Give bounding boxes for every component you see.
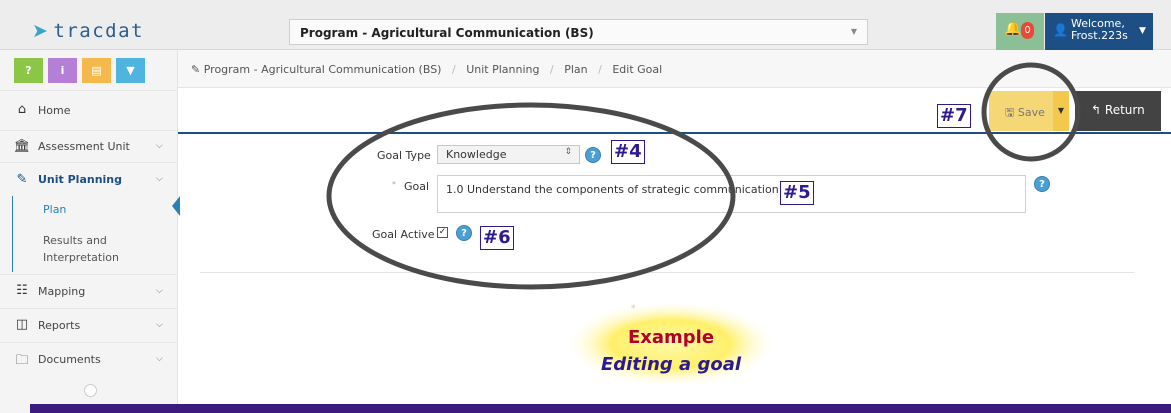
- annotation-layer: [326, 62, 1081, 388]
- bottom-accent-bar: [30, 404, 1171, 413]
- highlight-circle-save: [981, 62, 1081, 162]
- callout-4: #4: [611, 140, 645, 164]
- example-title: Example: [627, 327, 715, 348]
- callout-6: #6: [480, 226, 514, 250]
- highlight-ellipse-form: [326, 102, 736, 290]
- callout-5: #5: [780, 181, 814, 205]
- callout-7: #7: [937, 104, 971, 128]
- example-subtitle: Editing a goal: [600, 354, 742, 375]
